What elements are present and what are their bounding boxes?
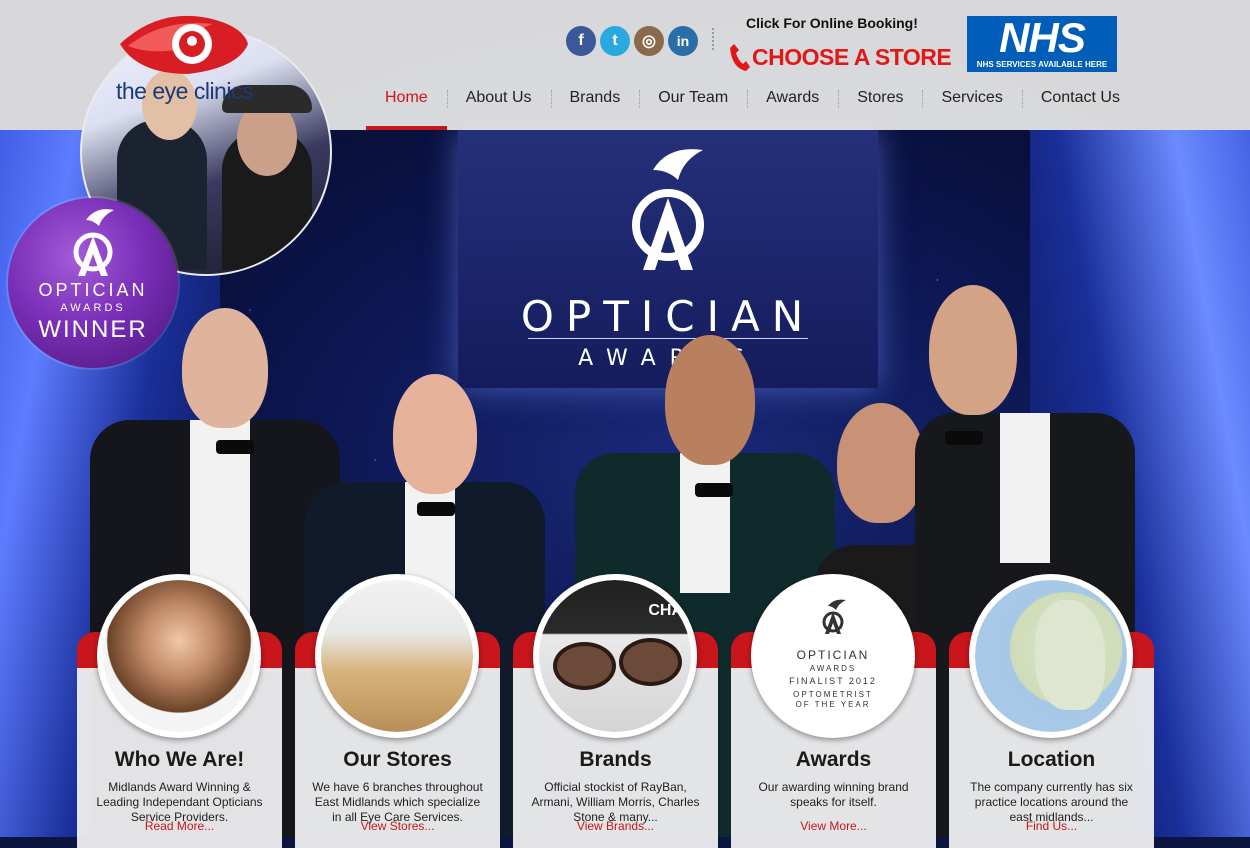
card-awards: OPTICIAN AWARDS FINALIST 2012 OPTOMETRIS… <box>731 574 936 848</box>
nhs-logo-text: NHS <box>999 14 1086 61</box>
optician-awards-winner-badge: OPTICIAN AWARDS WINNER <box>8 198 178 368</box>
awards-emblem-icon <box>822 599 846 634</box>
card-link[interactable]: View Stores... <box>295 819 500 833</box>
card-link[interactable]: View More... <box>731 819 936 833</box>
card-image-circle[interactable] <box>315 574 479 738</box>
optician-awards-logo-icon <box>632 149 704 270</box>
awards-emblem-icon <box>73 209 114 276</box>
award-line4: OPTOMETRIST <box>793 690 873 699</box>
card-title: Awards <box>795 748 872 771</box>
award-line5: OF THE YEAR <box>795 700 871 709</box>
card-title: Our Stores <box>343 748 452 771</box>
award-line1: OPTICIAN <box>796 648 870 662</box>
award-line3: FINALIST 2012 <box>789 676 877 686</box>
card-title: Location <box>1007 748 1096 771</box>
card-location: Location The company currently has six p… <box>949 574 1154 848</box>
card-link[interactable]: Find Us... <box>949 819 1154 833</box>
phone-icon <box>730 44 750 71</box>
choose-store-label: CHOOSE A STORE <box>752 43 952 70</box>
card-title: Brands <box>579 748 652 771</box>
nav-services[interactable]: Services <box>922 82 1021 114</box>
twitter-icon[interactable]: t <box>600 26 630 56</box>
card-who-we-are: Who We Are! Midlands Award Winning & Lea… <box>77 574 282 848</box>
linkedin-icon[interactable]: in <box>668 26 698 56</box>
nhs-logo[interactable]: NHS NHS SERVICES AVAILABLE HERE <box>967 16 1117 72</box>
eye-logo-icon <box>120 15 248 74</box>
nav-home[interactable]: Home <box>366 82 447 130</box>
brand-logo-text: CHA <box>648 602 683 619</box>
nav-about-us[interactable]: About Us <box>446 82 551 114</box>
card-image-circle[interactable]: OPTICIAN AWARDS FINALIST 2012 OPTOMETRIS… <box>751 574 915 738</box>
award-line2: AWARDS <box>809 664 857 673</box>
card-link[interactable]: Read More... <box>77 819 282 833</box>
card-link[interactable]: View Brands... <box>513 819 718 833</box>
instagram-icon[interactable]: ◎ <box>634 26 664 56</box>
nav-stores[interactable]: Stores <box>838 82 922 114</box>
nav-contact-us[interactable]: Contact Us <box>1021 82 1139 114</box>
card-our-stores: Our Stores We have 6 branches throughout… <box>295 574 500 848</box>
facebook-icon[interactable]: f <box>566 26 596 56</box>
card-text: Our awarding winning brand speaks for it… <box>758 780 909 809</box>
card-image-circle[interactable]: CHA <box>533 574 697 738</box>
logo-text: the eye clinics <box>116 78 253 104</box>
header-divider <box>712 28 714 50</box>
card-brands: CHA Brands Official stockist of RayBan, … <box>513 574 718 848</box>
booking-text: Click For Online Booking! <box>746 15 918 31</box>
nhs-tagline: NHS SERVICES AVAILABLE HERE <box>976 60 1108 69</box>
badge-line1: OPTICIAN <box>38 280 148 300</box>
main-nav: Home About Us Brands Our Team Awards Sto… <box>366 82 1139 130</box>
store-interior-image <box>321 580 473 732</box>
model-sunglasses-image <box>103 580 255 732</box>
choose-store-link[interactable]: CHOOSE A STORE <box>728 42 952 72</box>
badge-line3: WINNER <box>38 316 148 343</box>
nav-our-team[interactable]: Our Team <box>639 82 747 114</box>
social-links: f t ◎ in <box>566 26 698 56</box>
badge-line2: AWARDS <box>60 302 126 314</box>
card-title: Who We Are! <box>114 748 245 771</box>
nav-brands[interactable]: Brands <box>550 82 640 114</box>
card-image-circle[interactable] <box>969 574 1133 738</box>
card-image-circle[interactable] <box>97 574 261 738</box>
nav-awards[interactable]: Awards <box>747 82 838 114</box>
